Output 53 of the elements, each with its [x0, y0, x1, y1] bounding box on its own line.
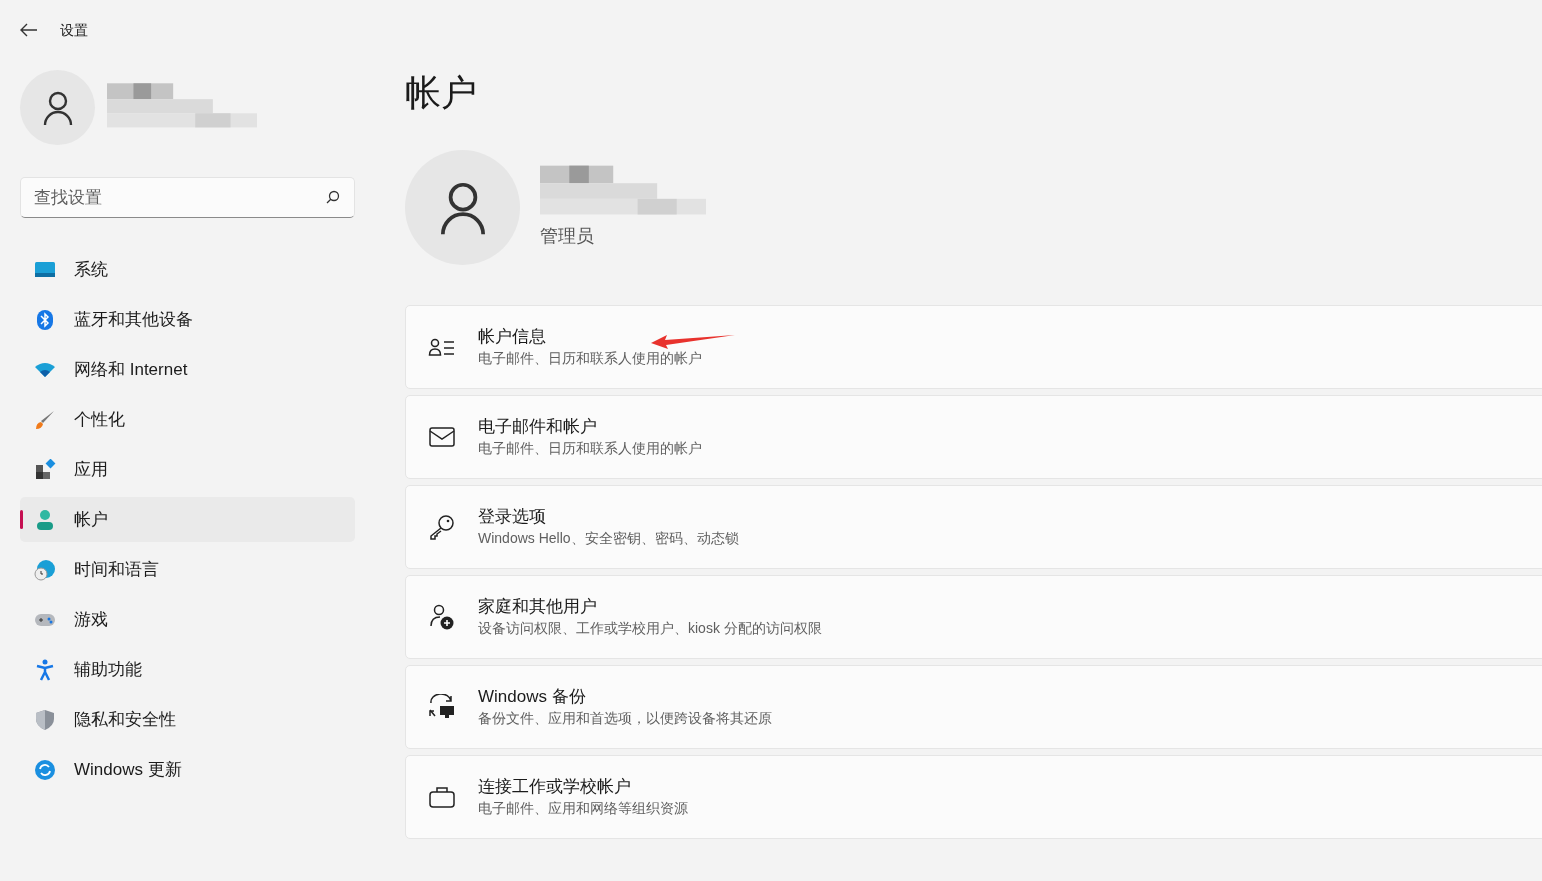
sidebar-item[interactable]: 系统 — [20, 247, 355, 292]
search-icon — [326, 190, 340, 204]
card-title: 家庭和其他用户 — [478, 596, 597, 618]
card-subtitle: 电子邮件、日历和联系人使用的帐户 — [478, 349, 702, 368]
envelope-icon — [429, 427, 455, 447]
settings-card[interactable]: 连接工作或学校帐户 电子邮件、应用和网络等组织资源 — [405, 755, 1542, 839]
key-icon — [429, 514, 455, 540]
monitor-icon — [34, 260, 56, 279]
card-title: Windows 备份 — [478, 686, 586, 708]
paintbrush-icon — [34, 408, 56, 431]
sidebar-item[interactable]: 个性化 — [20, 397, 355, 442]
settings-card[interactable]: 电子邮件和帐户 电子邮件、日历和联系人使用的帐户 — [405, 395, 1542, 479]
card-subtitle: 电子邮件、日历和联系人使用的帐户 — [478, 439, 702, 458]
account-role: 管理员 — [540, 225, 595, 248]
sidebar-item[interactable]: 应用 — [20, 447, 355, 492]
card-title: 电子邮件和帐户 — [478, 416, 597, 438]
card-subtitle: 设备访问权限、工作或学校用户、kiosk 分配的访问权限 — [478, 619, 822, 638]
person-add-icon — [429, 604, 455, 630]
briefcase-icon — [429, 786, 455, 808]
gamepad-icon — [34, 611, 56, 628]
sync-icon — [34, 758, 56, 781]
back-arrow-icon[interactable] — [20, 23, 38, 37]
person-icon — [35, 508, 55, 531]
sidebar-item[interactable]: 隐私和安全性 — [20, 697, 355, 742]
sidebar-item[interactable]: 辅助功能 — [20, 647, 355, 692]
search-field[interactable]: 查找设置 — [20, 177, 355, 218]
card-title: 登录选项 — [478, 506, 546, 528]
card-subtitle: Windows Hello、安全密钥、密码、动态锁 — [478, 529, 739, 548]
settings-card[interactable]: Windows 备份 备份文件、应用和首选项，以便跨设备将其还原 — [405, 665, 1542, 749]
backup-icon — [428, 694, 456, 720]
window-title: 设置 — [60, 20, 88, 40]
card-title: 连接工作或学校帐户 — [478, 776, 631, 798]
sidebar-item[interactable]: 时间和语言 — [20, 547, 355, 592]
selection-indicator — [20, 510, 23, 529]
settings-card[interactable]: 登录选项 Windows Hello、安全密钥、密码、动态锁 — [405, 485, 1542, 569]
sidebar-item[interactable]: 帐户 — [20, 497, 355, 542]
apps-icon — [34, 458, 56, 481]
sidebar-item[interactable]: Windows 更新 — [20, 747, 355, 792]
sidebar-item[interactable]: 游戏 — [20, 597, 355, 642]
card-subtitle: 备份文件、应用和首选项，以便跨设备将其还原 — [478, 709, 772, 728]
settings-card[interactable]: 家庭和其他用户 设备访问权限、工作或学校用户、kiosk 分配的访问权限 — [405, 575, 1542, 659]
globe-clock-icon — [34, 558, 56, 581]
sidebar-item[interactable]: 网络和 Internet — [20, 347, 355, 392]
person-list-icon — [428, 336, 456, 358]
card-subtitle: 电子邮件、应用和网络等组织资源 — [478, 799, 688, 818]
page-title: 帐户 — [405, 71, 477, 115]
settings-card[interactable]: 帐户信息 电子邮件、日历和联系人使用的帐户 — [405, 305, 1542, 389]
bluetooth-icon — [36, 308, 54, 331]
sidebar-item[interactable]: 蓝牙和其他设备 — [20, 297, 355, 342]
accessibility-icon — [35, 658, 55, 681]
wifi-icon — [34, 361, 56, 378]
shield-icon — [35, 708, 55, 731]
card-title: 帐户信息 — [478, 326, 546, 348]
